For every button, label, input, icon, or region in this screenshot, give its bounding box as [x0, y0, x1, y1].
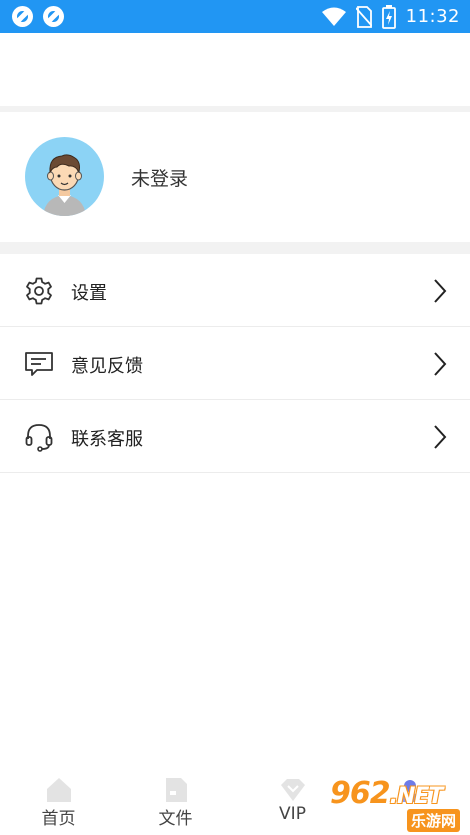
- chevron-right-icon: [434, 352, 447, 376]
- status-bar: 11:32: [0, 0, 470, 33]
- menu-item-settings[interactable]: 设置: [0, 254, 470, 327]
- top-header: [0, 33, 470, 106]
- chevron-right-icon: [434, 425, 447, 449]
- status-time: 11:32: [405, 6, 460, 27]
- watermark-logo: 962.NET 乐游网: [330, 776, 470, 835]
- nav-label: 文件: [158, 809, 193, 829]
- menu-item-feedback[interactable]: 意见反馈: [0, 327, 470, 400]
- home-icon: [46, 778, 71, 802]
- chevron-right-icon: [434, 279, 447, 303]
- vip-icon: [280, 779, 305, 801]
- menu-item-label: 联系客服: [71, 429, 143, 450]
- user-avatar-icon[interactable]: [25, 137, 104, 216]
- wifi-icon: [321, 7, 346, 26]
- feedback-icon: [25, 352, 53, 376]
- watermark-text: 962.NET: [330, 776, 443, 811]
- menu-item-label: 设置: [71, 283, 107, 304]
- status-bar-left: [12, 6, 64, 27]
- app-icon: [43, 6, 64, 27]
- battery-charging-icon: [381, 4, 396, 29]
- section-divider: [0, 242, 470, 254]
- no-sim-icon: [355, 5, 372, 28]
- menu-item-label: 意见反馈: [71, 356, 143, 377]
- status-bar-right: 11:32: [321, 0, 460, 33]
- nav-label: 首页: [41, 809, 76, 829]
- headset-icon: [25, 424, 53, 452]
- file-icon: [165, 778, 187, 802]
- app-icon: [12, 6, 33, 27]
- settings-menu: 设置 意见反馈 联系客服: [0, 254, 470, 473]
- menu-item-customer-service[interactable]: 联系客服: [0, 400, 470, 473]
- gear-icon: [26, 277, 52, 305]
- login-status-label[interactable]: 未登录: [131, 164, 188, 191]
- profile-section[interactable]: 未登录: [0, 112, 470, 242]
- nav-item-file[interactable]: 文件: [117, 770, 234, 835]
- watermark-subtext: 乐游网: [406, 809, 460, 832]
- nav-item-home[interactable]: 首页: [0, 770, 117, 835]
